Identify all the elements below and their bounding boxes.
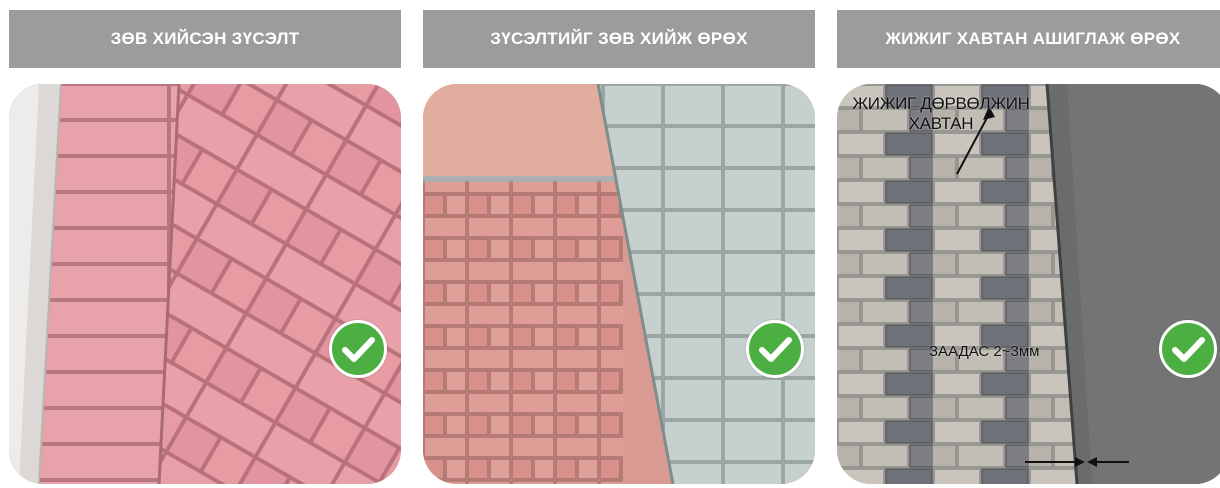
gap-size-label: ЗААДАС 2~3мм: [929, 343, 1040, 360]
check-circle-icon: [329, 320, 387, 378]
small-square-tile-label: ЖИЖИГ ДӨРВӨЛЖИН ХАВТАН: [841, 94, 1041, 134]
panel-title: ЗӨВ ХИЙСЭН ЗҮСЭЛТ: [9, 10, 401, 68]
panel-title: ЗҮСЭЛТИЙГ ЗӨВ ХИЙЖ ӨРӨХ: [423, 10, 815, 68]
paving-photo: [423, 84, 815, 484]
small-tile-label-line2: ХАВТАН: [908, 114, 974, 133]
pink-paving-illustration: [9, 84, 401, 484]
panel-correct-cut-laying: ЗҮСЭЛТИЙГ ЗӨВ ХИЙЖ ӨРӨХ: [423, 0, 815, 488]
small-tile-label-line1: ЖИЖИГ ДӨРВӨЛЖИН: [852, 94, 1030, 113]
panel-title: ЖИЖИГ ХАВТАН АШИГЛАЖ ӨРӨХ: [837, 10, 1220, 68]
paving-photo: [837, 84, 1220, 484]
pink-paving-wall-illustration: [423, 84, 815, 484]
check-circle-icon: [1159, 320, 1217, 378]
paving-photo: [9, 84, 401, 484]
check-circle-icon: [746, 320, 804, 378]
gray-paving-illustration: [837, 84, 1220, 484]
panel-correct-cutting: ЗӨВ ХИЙСЭН ЗҮСЭЛТ: [9, 0, 401, 488]
panel-small-tiles: ЖИЖИГ ХАВТАН АШИГЛАЖ ӨРӨХ ЖИЖИГ ДӨРВӨЛЖИ…: [837, 0, 1220, 488]
